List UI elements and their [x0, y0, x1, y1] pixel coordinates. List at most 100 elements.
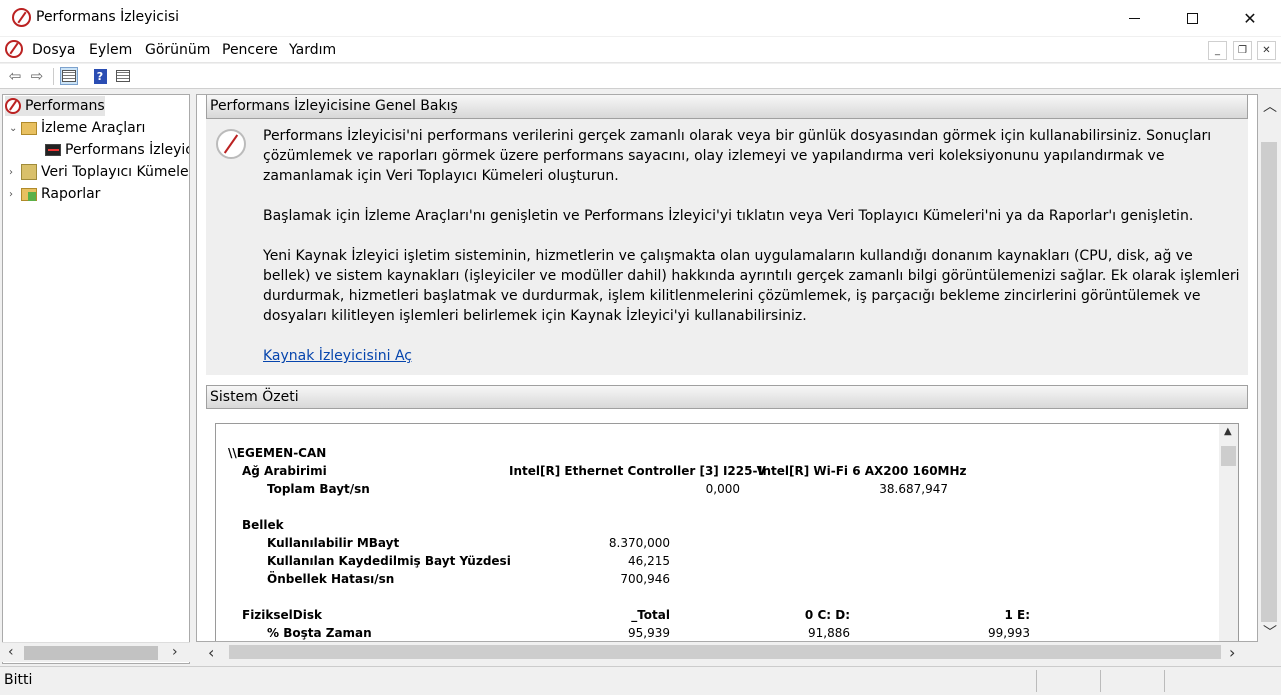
disk-value-2: 91,886: [808, 626, 850, 640]
close-icon: ✕: [1262, 45, 1271, 56]
physical-disk-label: FizikselDisk: [242, 608, 322, 622]
content-vertical-scrollbar[interactable]: ︿ ﹀: [1259, 94, 1279, 642]
chart-icon: [45, 144, 61, 156]
help-icon: ?: [93, 68, 107, 84]
mdi-minimize-button[interactable]: _: [1208, 41, 1227, 60]
system-menu-icon[interactable]: [5, 40, 23, 58]
scrollbar-thumb[interactable]: [1221, 446, 1236, 466]
scroll-up-icon[interactable]: ︿: [1263, 96, 1277, 116]
scroll-left-icon[interactable]: ‹: [208, 643, 214, 662]
menu-bar: Dosya Eylem Görünüm Pencere Yardım: [0, 37, 1281, 63]
maximize-icon: [1186, 12, 1198, 24]
back-button[interactable]: ⇦: [6, 67, 24, 85]
tree-item-performance[interactable]: Performans: [5, 96, 105, 116]
disk-value-3: 99,993: [988, 626, 1030, 640]
menu-window[interactable]: Pencere: [222, 42, 278, 58]
menu-help[interactable]: Yardım: [289, 42, 336, 58]
tree-item-performance-monitor[interactable]: Performans İzleyici: [45, 140, 190, 160]
memory-label: Bellek: [242, 518, 284, 532]
disk-column-2: 0 C: D:: [804, 608, 850, 622]
minimize-icon: _: [1215, 45, 1220, 56]
overview-panel: Performans İzleyicisi'ni performans veri…: [206, 119, 1248, 375]
memory-counter-2: Kullanılan Kaydedilmiş Bayt Yüzdesi: [267, 554, 511, 568]
mdi-restore-button[interactable]: ❐: [1233, 41, 1252, 60]
menu-file[interactable]: Dosya: [32, 42, 76, 58]
folder-icon: [21, 121, 37, 135]
mdi-close-button[interactable]: ✕: [1257, 41, 1276, 60]
arrow-right-icon: ⇨: [30, 67, 44, 85]
tree-item-data-collector-sets[interactable]: › Veri Toplayıcı Kümele: [9, 162, 189, 182]
performance-monitor-icon: [216, 129, 246, 159]
memory-value-2: 46,215: [628, 554, 670, 568]
tree-item-label: Performans İzleyici: [65, 142, 190, 158]
system-summary-panel: \\EGEMEN-CAN Ağ Arabirimi Intel[R] Ether…: [215, 423, 1239, 641]
data-collector-icon: [21, 164, 37, 180]
overview-header[interactable]: Performans İzleyicisine Genel Bakış: [206, 95, 1248, 119]
tree-item-reports[interactable]: › Raporlar: [9, 184, 100, 204]
close-icon: ✕: [1243, 8, 1257, 28]
tree-item-label: İzleme Araçları: [41, 120, 146, 136]
help-button[interactable]: ?: [91, 67, 109, 85]
disk-column-1: _Total: [631, 608, 670, 622]
content-horizontal-scrollbar[interactable]: ‹ ›: [196, 642, 1258, 662]
memory-value-3: 700,946: [620, 572, 670, 586]
network-interface-label: Ağ Arabirimi: [242, 464, 327, 478]
action-pane-icon: [116, 70, 130, 82]
main-content: Performans İzleyicisine Genel Bakış Perf…: [196, 94, 1258, 642]
toolbar: ⇦ ⇨ ?: [0, 64, 1281, 89]
menu-action[interactable]: Eylem: [89, 42, 132, 58]
scrollbar-thumb[interactable]: [229, 645, 1221, 659]
performance-icon: [5, 98, 21, 114]
idle-time-label: % Boşta Zaman: [267, 626, 372, 640]
scrollbar-thumb[interactable]: [24, 646, 158, 660]
scroll-down-icon[interactable]: ﹀: [1263, 622, 1277, 642]
performance-monitor-icon: [12, 8, 31, 27]
chevron-down-icon[interactable]: ⌄: [9, 123, 21, 134]
console-tree-icon: [62, 70, 76, 82]
maximize-button[interactable]: [1163, 0, 1221, 36]
title-bar: Performans İzleyicisi ✕: [0, 0, 1281, 36]
open-resource-monitor-link-row: Kaynak İzleyicisini Aç: [263, 346, 1243, 366]
tree-horizontal-scrollbar[interactable]: ‹ ›: [2, 642, 190, 662]
scroll-right-icon[interactable]: ›: [1229, 643, 1235, 662]
total-bytes-label: Toplam Bayt/sn: [267, 482, 370, 496]
status-bar: Bitti: [0, 666, 1281, 695]
open-resource-monitor-link[interactable]: Kaynak İzleyicisini Aç: [263, 348, 412, 364]
show-action-pane-button[interactable]: [114, 67, 132, 85]
menu-view[interactable]: Görünüm: [145, 42, 210, 58]
forward-button[interactable]: ⇨: [28, 67, 46, 85]
status-divider: [1164, 670, 1165, 692]
close-button[interactable]: ✕: [1221, 0, 1279, 36]
show-hide-tree-button[interactable]: [60, 67, 78, 85]
minimize-icon: [1128, 17, 1140, 19]
scroll-right-icon[interactable]: ›: [172, 644, 178, 660]
memory-counter-3: Önbellek Hatası/sn: [267, 572, 395, 586]
navigation-tree: Performans ⌄ İzleme Araçları Performans …: [2, 94, 190, 664]
scrollbar-thumb[interactable]: [1261, 142, 1277, 622]
chevron-right-icon[interactable]: ›: [9, 189, 21, 200]
restore-icon: ❐: [1238, 45, 1247, 56]
chevron-right-icon[interactable]: ›: [9, 167, 21, 178]
disk-column-3: 1 E:: [1004, 608, 1030, 622]
network-column-2: Intel[R] Wi-Fi 6 AX200 160MHz: [758, 464, 967, 478]
overview-paragraph-3: Yeni Kaynak İzleyici işletim sisteminin,…: [263, 248, 1240, 324]
memory-counter-1: Kullanılabilir MBayt: [267, 536, 400, 550]
toolbar-separator: [53, 68, 54, 85]
network-value-2: 38.687,947: [879, 482, 948, 496]
minimize-button[interactable]: [1105, 0, 1163, 36]
tree-item-label: Raporlar: [41, 186, 101, 202]
scroll-up-icon[interactable]: ▲: [1224, 426, 1232, 437]
memory-value-1: 8.370,000: [608, 536, 670, 550]
window-title: Performans İzleyicisi: [36, 9, 180, 25]
arrow-left-icon: ⇦: [8, 67, 22, 85]
tree-item-label: Veri Toplayıcı Kümele: [41, 164, 189, 180]
network-column-1: Intel[R] Ethernet Controller [3] I225-V: [509, 464, 766, 478]
machine-name: \\EGEMEN-CAN: [228, 446, 327, 460]
tree-item-monitoring-tools[interactable]: ⌄ İzleme Araçları: [9, 118, 145, 138]
system-summary-header[interactable]: Sistem Özeti: [206, 385, 1248, 409]
network-value-1: 0,000: [705, 482, 740, 496]
scroll-left-icon[interactable]: ‹: [8, 644, 14, 660]
summary-vertical-scrollbar[interactable]: ▲: [1219, 424, 1238, 641]
disk-value-1: 95,939: [628, 626, 670, 640]
reports-icon: [21, 187, 37, 201]
